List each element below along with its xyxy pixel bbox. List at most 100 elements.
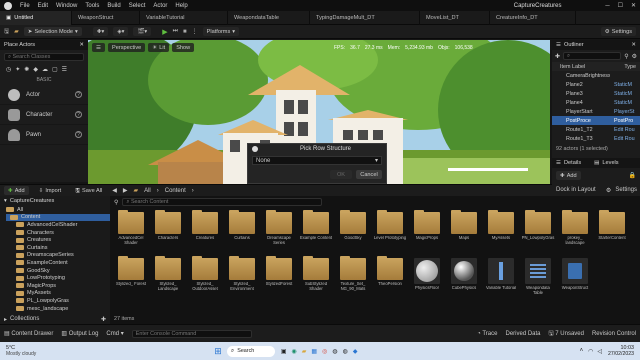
cb-add-button[interactable]: ✚ Add [4, 186, 29, 195]
folder-tile[interactable]: Characters [151, 210, 185, 246]
actor-item-pawn[interactable]: Pawn? [0, 125, 88, 145]
outliner-search-input[interactable]: ⌕ [563, 52, 622, 60]
help-icon[interactable]: ? [75, 131, 82, 138]
clock[interactable]: 10:03 27/02/2023 [608, 345, 634, 357]
tree-folder-item[interactable]: AdvancedCelShader [6, 221, 110, 229]
taskbar-search[interactable]: ⌕ Search [226, 345, 275, 357]
tree-folder-item[interactable]: LowPrototyping [6, 274, 110, 282]
unreal-taskbar-icon[interactable]: ◍ [332, 348, 337, 355]
lights-icon[interactable]: ✺ [24, 66, 29, 73]
store-icon[interactable]: ▦ [311, 348, 317, 355]
settings-button[interactable]: ⚙ Settings [600, 27, 636, 36]
cb-settings-label[interactable]: Settings [615, 187, 637, 193]
tab-weaponstruct[interactable]: WeaponStruct [72, 10, 140, 25]
lock-icon[interactable]: 🔒 [629, 172, 636, 179]
menu-file[interactable]: File [20, 3, 30, 9]
outliner-row[interactable]: Route1_T3 Edit Rou [552, 134, 640, 143]
actor-item-character[interactable]: Character? [0, 105, 88, 125]
asset-tile[interactable]: Weapondata Table [521, 258, 555, 296]
folder-tile[interactable]: MagicProps [410, 210, 444, 246]
folder-tile[interactable]: Stylized_ OutdoorAsset [188, 256, 222, 292]
search-classes-input[interactable]: ⌕ Search Classes [4, 53, 84, 61]
tree-folder-item[interactable]: MyAssets [6, 290, 110, 298]
file-explorer-icon[interactable]: ▰ [302, 348, 307, 355]
tree-folder-item[interactable]: Content [6, 213, 110, 222]
tree-folder-item[interactable]: Creatures [6, 236, 110, 244]
tree-folder-item[interactable]: MagicProps [6, 282, 110, 290]
folder-tile[interactable]: Stylized_ Forest [114, 256, 148, 292]
actor-item-actor[interactable]: Actor? [0, 85, 88, 105]
folder-icon[interactable]: ▰ [14, 28, 19, 35]
cmd-dropdown[interactable]: Cmd ▾ [106, 330, 123, 337]
task-view-icon[interactable]: ▣ [281, 348, 287, 355]
perspective-button[interactable]: Perspective [108, 43, 146, 52]
folder-tile[interactable]: StarterContent [595, 210, 629, 246]
folder-tile[interactable]: Maps [447, 210, 481, 246]
selection-mode-dropdown[interactable]: ➤ Selection Mode ▾ [23, 27, 82, 36]
folder-tile[interactable]: Example Content [299, 210, 333, 246]
folder-tile[interactable]: Texture_Set_ NG_90_Mats [336, 256, 370, 292]
folder-tile[interactable]: AdvancedCel Shader [114, 210, 148, 246]
menu-window[interactable]: Window [56, 3, 77, 9]
window-minimize-button[interactable]: ─ [605, 3, 609, 9]
breadcrumb-content[interactable]: Content [165, 188, 186, 194]
unsaved-button[interactable]: 🖫 7 Unsaved [549, 329, 584, 339]
outliner-row[interactable]: Plane3 StaticM [552, 89, 640, 98]
import-button[interactable]: ⇩ Import [35, 186, 66, 195]
unreal-taskbar-icon-2[interactable]: ◍ [343, 348, 348, 355]
tree-folder-item[interactable]: Characters [6, 229, 110, 237]
chrome-icon[interactable]: ◎ [322, 348, 327, 355]
play-icon[interactable]: ▶ [162, 28, 167, 36]
tree-folder-item[interactable]: GoodSky [6, 267, 110, 275]
network-icon[interactable]: ◠ [588, 348, 593, 355]
tab-weapondatatable[interactable]: WeapondataTable [228, 10, 310, 25]
help-icon[interactable]: ? [75, 111, 82, 118]
folder-tile[interactable]: MyAssets [484, 210, 518, 246]
tree-folder-item[interactable]: mesc_landscape [6, 305, 110, 313]
viewport-menu-button[interactable]: ☰ [92, 43, 106, 52]
outliner-row[interactable]: PlayerStart PlayerSt [552, 107, 640, 116]
edge-icon[interactable]: ◉ [292, 348, 297, 355]
folder-tile[interactable]: StylizedForest [262, 256, 296, 292]
output-log-button[interactable]: ▥ Output Log [61, 330, 98, 337]
show-button[interactable]: Show [172, 43, 195, 52]
tree-folder-item[interactable]: PL_LowpolyGras [6, 297, 110, 305]
volume-icon[interactable]: ◁ [597, 348, 602, 355]
shapes-icon[interactable]: ◆ [33, 66, 38, 73]
dock-in-layout-button[interactable]: Dock in Layout [556, 187, 596, 193]
windows-start-icon[interactable]: ⊞ [214, 346, 222, 357]
collections-header[interactable]: ▸ Collections ✚ [0, 314, 110, 324]
blueprint-button[interactable]: ◈▾ [113, 27, 129, 36]
asset-tile[interactable]: PhysicsFloor [410, 258, 444, 296]
item-label-column[interactable]: Item Label [560, 64, 585, 70]
tree-folder-item[interactable]: ExampleContent [6, 259, 110, 267]
menu-actor[interactable]: Actor [153, 3, 167, 9]
filter-icon[interactable]: ⚲ [624, 53, 628, 60]
outliner-row[interactable]: Plane4 StaticM [552, 98, 640, 107]
step-icon[interactable]: ⏭ [173, 28, 178, 35]
add-icon[interactable]: ✚ [101, 316, 106, 323]
row-structure-dropdown[interactable]: None ▾ [252, 156, 382, 165]
folder-tile[interactable]: TheoPersion [373, 256, 407, 292]
close-icon[interactable]: ✕ [631, 42, 636, 48]
content-search-input[interactable]: ⌕ Search Content [122, 198, 323, 206]
breadcrumb-all[interactable]: All [144, 188, 151, 194]
folder-tile[interactable]: SubStylized Shader [299, 256, 333, 292]
save-all-button[interactable]: 🖫 Save All [71, 186, 106, 195]
tab-creatureinfo[interactable]: CreatureInfo_DT [490, 10, 576, 25]
weather-widget[interactable]: 5°C Mostly cloudy [0, 345, 36, 357]
derived-data-button[interactable]: Derived Data [505, 331, 540, 337]
folder-tile[interactable]: PN_LowpolyGras [521, 210, 555, 246]
back-icon[interactable]: ◀ [112, 187, 117, 194]
add-icon[interactable]: ✚ [555, 53, 560, 60]
folder-tile[interactable]: GoodSky [336, 210, 370, 246]
recent-icon[interactable]: ◷ [6, 66, 11, 73]
outliner-row[interactable]: Plane2 StaticM [552, 80, 640, 89]
folder-tile[interactable]: Stylized_ Landscape [151, 256, 185, 292]
ok-button[interactable]: OK [330, 170, 352, 179]
filter-icon[interactable]: ⚲ [114, 199, 118, 206]
folder-tile[interactable]: prokey_ landscape [558, 210, 592, 246]
tab-untitled[interactable]: ▣ Untitled [0, 10, 72, 25]
folder-tile[interactable]: Stylized_ Environment [225, 256, 259, 292]
window-maximize-button[interactable]: ☐ [618, 2, 623, 9]
